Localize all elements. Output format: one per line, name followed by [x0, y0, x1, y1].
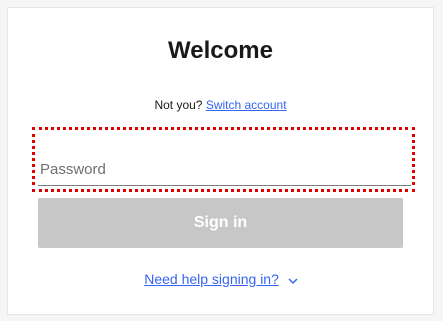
not-you-text: Not you?: [154, 98, 203, 112]
help-toggle[interactable]: Need help signing in?: [0, 270, 443, 288]
page-title: Welcome: [168, 37, 273, 64]
password-field[interactable]: [38, 154, 411, 186]
help-link-label[interactable]: Need help signing in?: [144, 271, 279, 287]
account-line: Not you? Switch account: [8, 97, 433, 113]
switch-account-link[interactable]: Switch account: [206, 98, 287, 112]
signin-button[interactable]: Sign in: [38, 198, 403, 248]
chevron-down-icon: [287, 273, 299, 285]
